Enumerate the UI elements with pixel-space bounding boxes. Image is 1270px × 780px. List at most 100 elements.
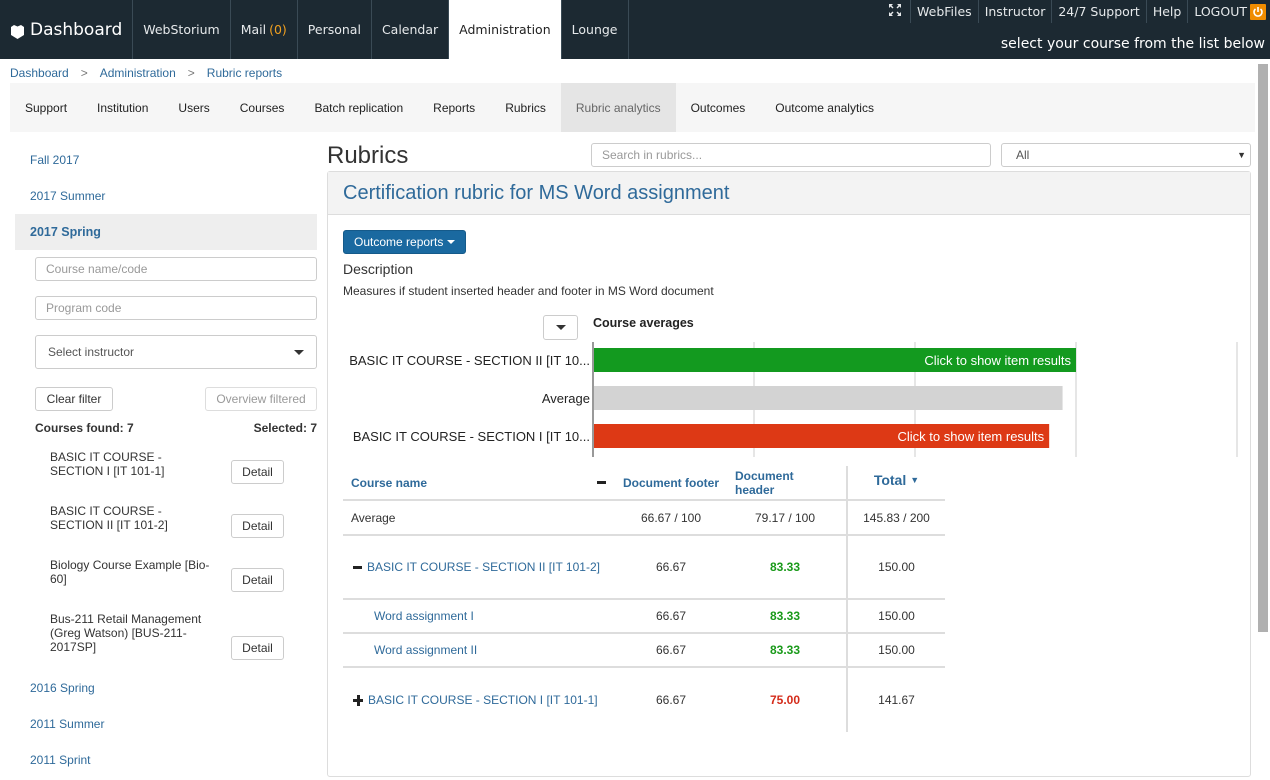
rubric-panel: Certification rubric for MS Word assignm…: [327, 171, 1251, 777]
nav-lounge[interactable]: Lounge: [562, 0, 629, 59]
collapse-icon[interactable]: [353, 565, 362, 569]
tab-outcome-analytics[interactable]: Outcome analytics: [760, 83, 889, 132]
tab-reports[interactable]: Reports: [418, 83, 490, 132]
total-score: 150.00: [846, 536, 945, 598]
support-link[interactable]: 24/7 Support: [1051, 0, 1145, 23]
nav-webstorium[interactable]: WebStorium: [133, 0, 231, 59]
collapse-all-button[interactable]: [593, 466, 609, 499]
course-item[interactable]: BASIC IT COURSE - SECTION II [IT 101-2]: [50, 504, 215, 532]
rubric-filter-select[interactable]: All ▼: [1001, 143, 1251, 167]
expand-icon[interactable]: [353, 695, 363, 706]
course-name-line: 60]: [50, 572, 67, 586]
nav-label: WebStorium: [143, 22, 220, 37]
header-score: 83.33: [769, 643, 801, 657]
nav-administration[interactable]: Administration: [449, 0, 562, 59]
breadcrumb-separator: >: [80, 66, 88, 80]
course-item[interactable]: Biology Course Example [Bio- 60]: [50, 558, 215, 586]
course-row-name[interactable]: BASIC IT COURSE - SECTION I [IT 101-1]: [351, 668, 611, 732]
course-name-input[interactable]: Course name/code: [35, 257, 317, 281]
chart-bar-label[interactable]: Click to show item results: [924, 353, 1071, 368]
tab-outcomes[interactable]: Outcomes: [676, 83, 761, 132]
nav-label: Mail: [240, 22, 267, 37]
course-counts: Courses found: 7 Selected: 7: [35, 421, 317, 435]
help-link[interactable]: Help: [1145, 0, 1188, 23]
course-name-line: SECTION II [IT 101-2]: [50, 518, 168, 532]
col-document-footer[interactable]: Document footer: [621, 466, 721, 499]
breadcrumb-rubric-reports[interactable]: Rubric reports: [207, 66, 282, 80]
dashboard-label: Dashboard: [30, 19, 123, 40]
courses-found-count: Courses found: 7: [35, 421, 134, 435]
top-links: WebFiles Instructor 24/7 Support Help LO…: [880, 0, 1270, 23]
chevron-down-icon: [555, 325, 566, 330]
chart-bar-label[interactable]: Click to show item results: [898, 429, 1045, 444]
course-name-line: (Greg Watson) [BUS-211-: [50, 626, 187, 640]
table-row: Word assignment II 66.67 83.33 150.00: [343, 634, 945, 668]
term-2011-summer[interactable]: 2011 Summer: [15, 706, 317, 742]
course-link[interactable]: BASIC IT COURSE - SECTION I [IT 101-1]: [368, 693, 598, 707]
tab-users[interactable]: Users: [163, 83, 224, 132]
outcome-reports-button[interactable]: Outcome reports: [343, 230, 467, 254]
page-scrollbar[interactable]: [1258, 64, 1268, 632]
term-2017-spring[interactable]: 2017 Spring: [15, 214, 317, 250]
nav-label: Administration: [459, 22, 551, 37]
tab-rubrics[interactable]: Rubrics: [490, 83, 561, 132]
minus-icon: [596, 481, 606, 484]
assignment-link[interactable]: Word assignment I: [351, 600, 611, 632]
course-item[interactable]: BASIC IT COURSE - SECTION I [IT 101-1]: [50, 450, 215, 478]
footer-score: 66.67: [655, 560, 687, 574]
detail-button[interactable]: Detail: [231, 514, 284, 538]
overview-filtered-button[interactable]: Overview filtered: [205, 387, 317, 411]
clear-filter-button[interactable]: Clear filter: [35, 387, 113, 411]
sort-desc-icon: ▼: [910, 474, 920, 485]
breadcrumb-administration[interactable]: Administration: [100, 66, 176, 80]
tab-courses[interactable]: Courses: [225, 83, 300, 132]
average-label: Average: [351, 510, 396, 525]
course-row-name[interactable]: BASIC IT COURSE - SECTION II [IT 101-2]: [351, 536, 611, 598]
rubric-filter-value: All: [1016, 148, 1030, 162]
instructor-link[interactable]: Instructor: [977, 0, 1052, 23]
selected-count: Selected: 7: [253, 421, 317, 435]
course-name-line: BASIC IT COURSE -: [50, 450, 162, 464]
tab-batch-replication[interactable]: Batch replication: [299, 83, 418, 132]
chart-category-label: Average: [542, 391, 590, 406]
col-total[interactable]: Total ▼: [846, 466, 945, 499]
detail-button[interactable]: Detail: [231, 568, 284, 592]
top-nav: Dashboard WebStorium Mail (0) Personal Ca…: [0, 0, 629, 59]
admin-nav: Support Institution Users Courses Batch …: [10, 83, 1255, 132]
footer-score: 66.67: [655, 693, 687, 707]
logout-button[interactable]: LOGOUT: [1187, 0, 1270, 23]
webfiles-link[interactable]: WebFiles: [910, 0, 978, 23]
tab-rubric-analytics[interactable]: Rubric analytics: [560, 83, 676, 132]
detail-button[interactable]: Detail: [231, 460, 284, 484]
term-sidebar: Fall 2017 2017 Summer 2017 Spring Course…: [15, 142, 317, 778]
term-2016-spring[interactable]: 2016 Spring: [15, 670, 317, 706]
course-link[interactable]: BASIC IT COURSE - SECTION II [IT 101-2]: [367, 560, 600, 574]
nav-mail[interactable]: Mail (0): [231, 0, 298, 59]
course-item[interactable]: Bus-211 Retail Management (Greg Watson) …: [50, 612, 215, 654]
description-heading: Description: [343, 261, 414, 277]
term-2011-sprint[interactable]: 2011 Sprint: [15, 742, 317, 778]
term-fall-2017[interactable]: Fall 2017: [15, 142, 317, 178]
instructor-select-label: Select instructor: [48, 345, 135, 359]
program-code-input[interactable]: Program code: [35, 296, 317, 320]
instructor-select[interactable]: Select instructor: [35, 335, 317, 369]
fullscreen-button[interactable]: [880, 0, 910, 23]
detail-button[interactable]: Detail: [231, 636, 284, 660]
dashboard-link[interactable]: Dashboard: [0, 0, 134, 59]
term-2017-summer[interactable]: 2017 Summer: [15, 178, 317, 214]
breadcrumb-dashboard[interactable]: Dashboard: [10, 66, 69, 80]
nav-label: Personal: [307, 22, 361, 37]
course-name-line: 2017SP]: [50, 640, 97, 654]
average-footer: 66.67 / 100: [640, 510, 702, 525]
chart-bar[interactable]: [594, 386, 1063, 410]
nav-personal[interactable]: Personal: [298, 0, 372, 59]
col-course-name[interactable]: Course name: [351, 466, 611, 499]
nav-calendar[interactable]: Calendar: [372, 0, 450, 59]
chart-title: Course averages: [593, 316, 694, 330]
rubric-title: Certification rubric for MS Word assignm…: [328, 172, 1250, 215]
rubric-search-input[interactable]: Search in rubrics...: [591, 143, 991, 167]
assignment-link[interactable]: Word assignment II: [351, 634, 611, 666]
col-document-header[interactable]: Document header: [735, 466, 835, 499]
tab-institution[interactable]: Institution: [82, 83, 163, 132]
tab-support[interactable]: Support: [10, 83, 82, 132]
